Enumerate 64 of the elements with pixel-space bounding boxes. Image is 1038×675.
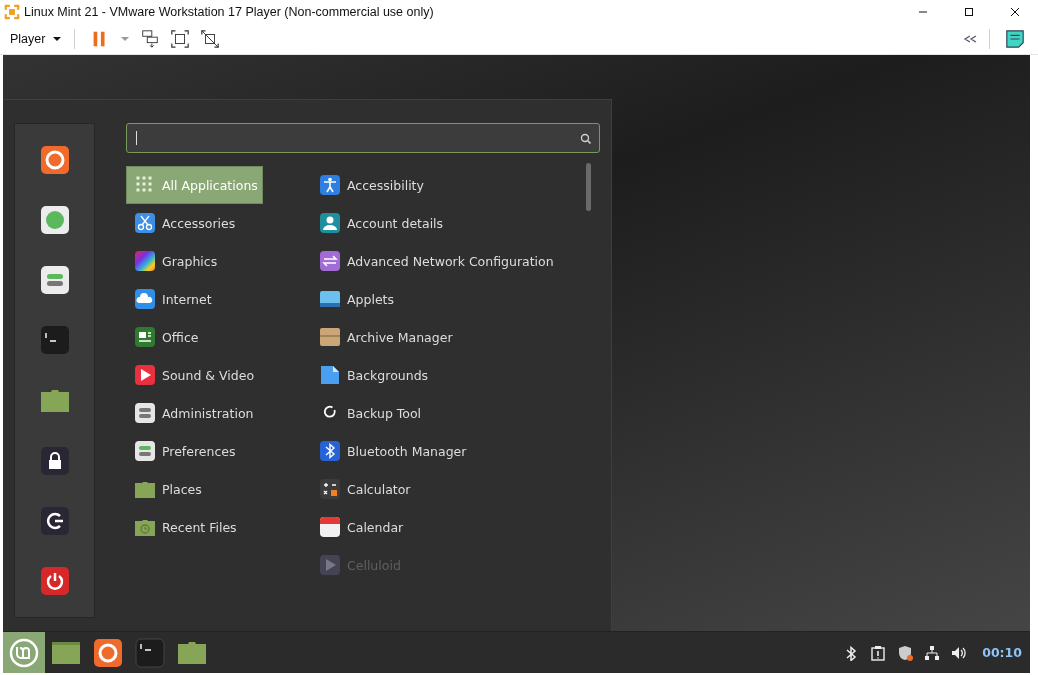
player-menu-button[interactable]: Player bbox=[0, 26, 69, 52]
application-item[interactable]: Archive Manager bbox=[311, 318, 600, 356]
application-item[interactable]: Applets bbox=[311, 280, 600, 318]
document-icon bbox=[134, 326, 156, 348]
application-item[interactable]: Advanced Network Configuration bbox=[311, 242, 600, 280]
mint-logo-icon bbox=[9, 637, 39, 668]
window-title: Linux Mint 21 - VMware Workstation 17 Player (Non-commercial use only) bbox=[24, 5, 435, 19]
page-icon bbox=[319, 364, 341, 386]
search-field[interactable] bbox=[126, 123, 600, 153]
application-item[interactable]: Account details bbox=[311, 204, 600, 242]
application-item[interactable]: Bluetooth Manager bbox=[311, 432, 600, 470]
calendar-icon bbox=[319, 516, 341, 538]
arrows-icon bbox=[319, 250, 341, 272]
play-icon bbox=[134, 364, 156, 386]
cloud-icon bbox=[134, 288, 156, 310]
application-item[interactable]: Calendar bbox=[311, 508, 600, 546]
unity-icon bbox=[200, 29, 221, 49]
caret-icon bbox=[120, 34, 131, 44]
menu-button[interactable] bbox=[3, 632, 45, 673]
clipboard-icon bbox=[870, 644, 887, 661]
category-item[interactable]: Sound & Video bbox=[126, 356, 263, 394]
category-item[interactable]: Preferences bbox=[126, 432, 263, 470]
rainbow-icon bbox=[134, 250, 156, 272]
category-item[interactable]: Places bbox=[126, 470, 263, 508]
logout-icon[interactable] bbox=[39, 505, 70, 536]
close-icon bbox=[1010, 7, 1020, 17]
box-icon bbox=[319, 326, 341, 348]
category-item[interactable]: Recent Files bbox=[126, 508, 263, 546]
screens-icon bbox=[140, 29, 161, 49]
search-icon bbox=[580, 132, 591, 144]
category-item[interactable]: Internet bbox=[126, 280, 263, 318]
category-item[interactable]: Accessories bbox=[126, 204, 263, 242]
scrollbar-thumb[interactable] bbox=[586, 163, 591, 211]
terminal-icon bbox=[135, 637, 165, 668]
toggles-icon[interactable] bbox=[39, 265, 70, 296]
lock-icon[interactable] bbox=[39, 445, 70, 476]
network-icon bbox=[924, 644, 941, 661]
caret-icon bbox=[52, 34, 63, 44]
application-item[interactable]: Backgrounds bbox=[311, 356, 600, 394]
bluetooth-icon bbox=[319, 440, 341, 462]
fullscreen-icon bbox=[170, 29, 191, 49]
category-item[interactable]: Graphics bbox=[126, 242, 263, 280]
vmware-logo-icon bbox=[4, 4, 20, 20]
browser-icon[interactable] bbox=[39, 145, 70, 176]
toggles-icon bbox=[134, 402, 156, 424]
maximize-icon bbox=[964, 7, 974, 17]
application-item[interactable]: Accessibility bbox=[311, 166, 600, 204]
toggles-icon bbox=[134, 440, 156, 462]
note-icon bbox=[1005, 29, 1025, 49]
power-icon[interactable] bbox=[39, 565, 70, 596]
clock[interactable]: 00:10 bbox=[982, 645, 1022, 660]
play-icon bbox=[319, 554, 341, 576]
category-item[interactable]: Office bbox=[126, 318, 263, 356]
application-item[interactable]: Calculator bbox=[311, 470, 600, 508]
browser-icon bbox=[93, 637, 123, 668]
calculator-icon bbox=[319, 478, 341, 500]
person-icon bbox=[319, 212, 341, 234]
panel-icon bbox=[319, 288, 341, 310]
scissors-icon bbox=[134, 212, 156, 234]
person-icon bbox=[319, 174, 341, 196]
category-item[interactable]: Administration bbox=[126, 394, 263, 432]
application-item[interactable]: Backup Tool bbox=[311, 394, 600, 432]
shield-icon bbox=[897, 644, 914, 661]
terminal-icon[interactable] bbox=[39, 325, 70, 356]
